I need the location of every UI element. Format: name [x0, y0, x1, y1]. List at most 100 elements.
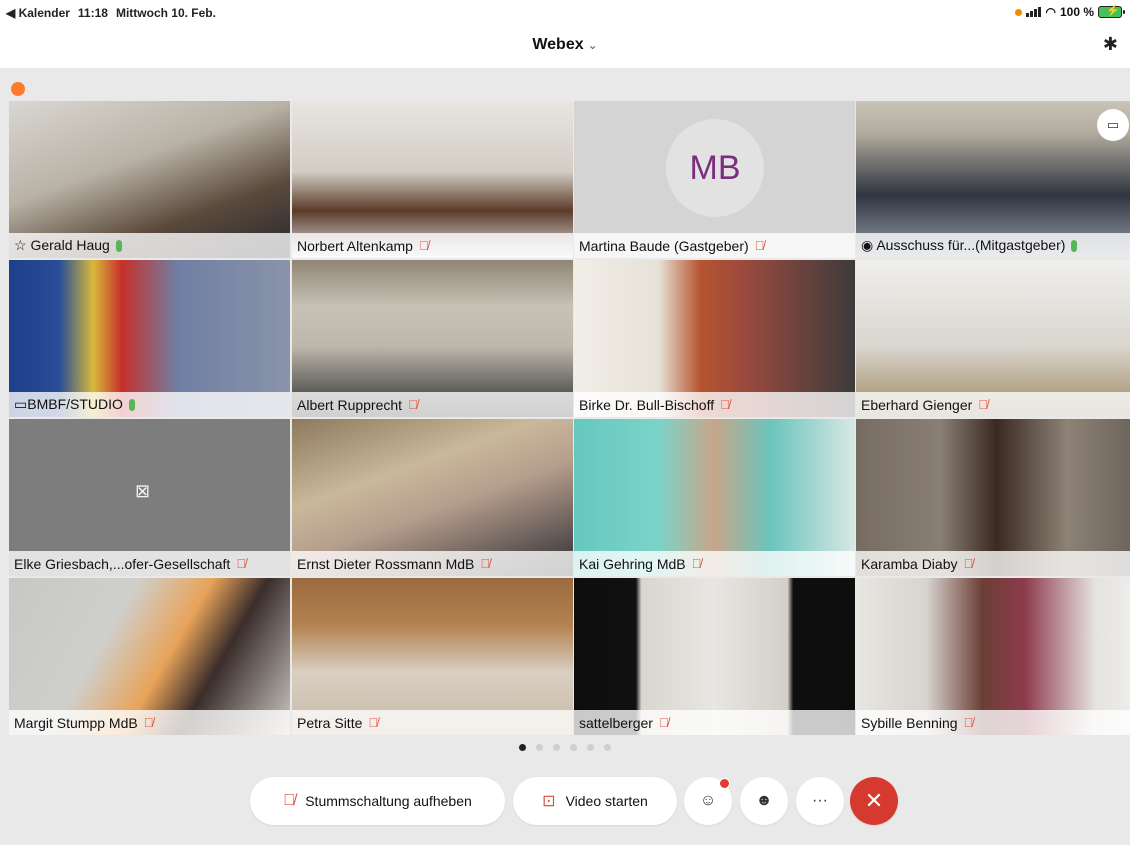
participant-label: Petra Sitte 🎙̸	[292, 710, 573, 735]
mic-muted-icon: 🎙̸	[754, 238, 765, 253]
participant-label: Karamba Diaby 🎙̸	[856, 551, 1130, 576]
mic-on-icon	[115, 239, 122, 252]
meeting-stage: ☆ Gerald Haug Norbert Altenkamp 🎙̸ MB Ma…	[0, 68, 1130, 845]
participant-label: Eberhard Gienger 🎙̸	[856, 392, 1130, 417]
participant-label: Sybille Benning 🎙̸	[856, 710, 1130, 735]
app-title-button[interactable]: Webex ⌄	[0, 36, 1130, 54]
participant-tile[interactable]: ▭BMBF/STUDIO	[9, 260, 290, 417]
end-call-icon: ✕	[864, 788, 884, 813]
participant-tile[interactable]: Eberhard Gienger 🎙̸	[856, 260, 1130, 417]
participant-label: Ernst Dieter Rossmann MdB 🎙̸	[292, 551, 573, 576]
page-indicator[interactable]	[0, 744, 1130, 751]
participant-label: ◉ Ausschuss für...(Mitgastgeber)	[856, 233, 1130, 258]
participant-label: Margit Stumpp MdB 🎙̸	[9, 710, 290, 735]
participant-tile[interactable]: Birke Dr. Bull-Bischoff 🎙̸	[574, 260, 855, 417]
bluetooth-icon[interactable]: ✱	[1103, 34, 1118, 55]
meeting-lock-icon[interactable]	[11, 82, 25, 96]
participant-tile[interactable]: ▭ ◉ Ausschuss für...(Mitgastgeber)	[856, 101, 1130, 258]
participant-name: sattelberger	[579, 714, 653, 731]
camera-off-icon: ⊡	[542, 793, 556, 810]
participant-name: Petra Sitte	[297, 714, 363, 731]
end-call-button[interactable]: ✕	[850, 777, 898, 825]
status-bar: ◀ Kalender 11:18 Mittwoch 10. Feb. ◠ 100…	[0, 0, 1130, 26]
back-to-calendar[interactable]: ◀ Kalender	[6, 6, 70, 20]
more-button[interactable]: ···	[796, 777, 844, 825]
participant-name: Eberhard Gienger	[861, 396, 973, 413]
participant-tile[interactable]: Karamba Diaby 🎙̸	[856, 419, 1130, 576]
camera-off-icon: ⊠	[135, 481, 151, 501]
recording-dot-icon	[1015, 8, 1023, 16]
page-dot[interactable]	[519, 744, 526, 751]
mic-muted-icon: 🎙̸	[408, 397, 418, 412]
mic-muted-icon: 🎙̸	[480, 556, 491, 571]
page-dot[interactable]	[587, 744, 594, 751]
participant-name: ▭BMBF/STUDIO	[14, 396, 123, 412]
participant-tile[interactable]: Petra Sitte 🎙̸	[292, 578, 573, 735]
mic-muted-icon: 🎙̸	[658, 715, 669, 730]
participant-name: Ernst Dieter Rossmann MdB	[297, 555, 475, 572]
participant-label: Elke Griesbach,...ofer-Gesellschaft 🎙̸	[9, 551, 290, 576]
signal-icon	[1026, 7, 1042, 17]
mic-muted-icon: 🎙̸	[963, 556, 974, 571]
unmute-label: Stummschaltung aufheben	[305, 793, 472, 809]
participant-label: Albert Rupprecht 🎙̸	[292, 392, 573, 417]
mic-muted-icon: 🎙̸	[283, 792, 296, 809]
participant-name: Kai Gehring MdB	[579, 555, 686, 572]
participant-name: ☆ Gerald Haug	[14, 237, 110, 253]
page-dot[interactable]	[553, 744, 560, 751]
participant-grid: ☆ Gerald Haug Norbert Altenkamp 🎙̸ MB Ma…	[9, 101, 1130, 736]
participant-tile[interactable]: ☆ Gerald Haug	[9, 101, 290, 258]
participant-name: Martina Baude (Gastgeber)	[579, 237, 749, 254]
wifi-icon: ◠	[1045, 5, 1056, 19]
page-dot[interactable]	[570, 744, 577, 751]
participant-tile[interactable]: sattelberger 🎙̸	[574, 578, 855, 735]
participant-label: Martina Baude (Gastgeber) 🎙̸	[574, 233, 855, 258]
mic-on-icon	[1071, 239, 1078, 252]
app-title: Webex	[532, 36, 584, 53]
participant-name: Norbert Altenkamp	[297, 237, 413, 254]
participant-label: ☆ Gerald Haug	[9, 233, 290, 258]
mic-muted-icon: 🎙̸	[720, 397, 730, 412]
chevron-down-icon: ⌄	[587, 38, 598, 52]
mic-muted-icon: 🎙̸	[691, 556, 702, 571]
mic-muted-icon: 🎙̸	[418, 238, 429, 253]
participant-label: ▭BMBF/STUDIO	[9, 392, 290, 417]
participant-label: Norbert Altenkamp 🎙̸	[292, 233, 573, 258]
participant-label: sattelberger 🎙̸	[574, 710, 855, 735]
mic-muted-icon: 🎙̸	[236, 556, 247, 571]
page-dot[interactable]	[536, 744, 543, 751]
title-bar: Webex ⌄ ✱	[0, 26, 1130, 68]
mic-muted-icon: 🎙̸	[143, 715, 154, 730]
participant-tile[interactable]: ⊠ Elke Griesbach,...ofer-Gesellschaft 🎙̸	[9, 419, 290, 576]
status-date: Mittwoch 10. Feb.	[115, 6, 216, 20]
participant-tile[interactable]: Kai Gehring MdB 🎙̸	[574, 419, 855, 576]
mic-muted-icon: 🎙̸	[368, 715, 379, 730]
avatar: MB	[666, 119, 764, 217]
participant-tile[interactable]: Norbert Altenkamp 🎙̸	[292, 101, 573, 258]
notification-dot	[719, 778, 730, 789]
mic-muted-icon: 🎙̸	[978, 397, 989, 412]
mic-muted-icon: 🎙̸	[963, 715, 974, 730]
participant-name: ◉ Ausschuss für...(Mitgastgeber)	[861, 237, 1066, 253]
layout-icon[interactable]: ▭	[1097, 109, 1129, 141]
participant-tile[interactable]: Sybille Benning 🎙̸	[856, 578, 1130, 735]
participant-name: Margit Stumpp MdB	[14, 714, 138, 731]
more-icon: ···	[812, 792, 828, 809]
unmute-button[interactable]: 🎙̸ Stummschaltung aufheben	[250, 777, 505, 825]
status-left: ◀ Kalender 11:18 Mittwoch 10. Feb.	[6, 6, 216, 20]
reactions-button[interactable]: ☻	[740, 777, 788, 825]
participant-name: Albert Rupprecht	[297, 396, 403, 413]
participant-tile[interactable]: MB Martina Baude (Gastgeber) 🎙̸	[574, 101, 855, 258]
participant-tile[interactable]: Albert Rupprecht 🎙̸	[292, 260, 573, 417]
battery-icon: ⚡	[1098, 5, 1125, 18]
participant-name: Sybille Benning	[861, 714, 958, 731]
participants-button[interactable]: ☺	[684, 777, 732, 825]
participant-tile[interactable]: Margit Stumpp MdB 🎙̸	[9, 578, 290, 735]
page-dot[interactable]	[604, 744, 611, 751]
start-video-button[interactable]: ⊡ Video starten	[513, 777, 677, 825]
call-controls: 🎙̸ Stummschaltung aufheben ⊡ Video start…	[0, 777, 1130, 827]
participants-icon: ☺	[699, 792, 717, 809]
participant-name: Karamba Diaby	[861, 555, 958, 572]
start-video-label: Video starten	[565, 793, 648, 809]
participant-tile[interactable]: Ernst Dieter Rossmann MdB 🎙̸	[292, 419, 573, 576]
